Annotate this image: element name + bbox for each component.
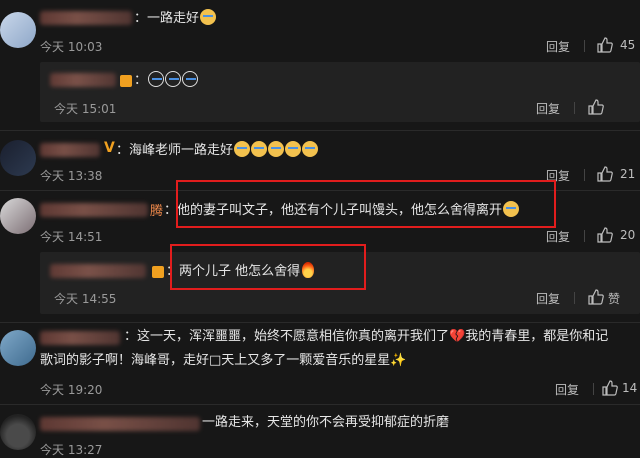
username-blurred[interactable]	[40, 203, 148, 217]
comment-text: 一路走来，天堂的你不会再受抑郁症的折磨	[202, 415, 450, 430]
thumbs-up-icon[interactable]	[602, 380, 618, 396]
avatar[interactable]	[0, 414, 36, 450]
divider	[584, 230, 585, 242]
crying-emoji-icon	[302, 141, 319, 157]
username-tail[interactable]: 腾	[150, 200, 163, 219]
avatar[interactable]	[0, 12, 36, 48]
crying-emoji-icon	[165, 71, 182, 87]
thumbs-up-icon[interactable]	[588, 289, 604, 305]
reply-button[interactable]: 回复	[536, 100, 560, 117]
crying-emoji-icon	[268, 141, 285, 157]
crying-emoji-icon	[200, 9, 217, 25]
reply-time: 今天 14:55	[54, 292, 117, 306]
divider	[0, 130, 640, 131]
username-blurred[interactable]	[40, 11, 132, 25]
reply-button[interactable]: 回复	[546, 228, 570, 245]
like-label[interactable]: 赞	[608, 290, 620, 307]
crying-emoji-icon	[182, 71, 199, 87]
username-blurred[interactable]	[50, 73, 116, 87]
avatar[interactable]	[0, 140, 36, 176]
rank-badge-icon	[152, 266, 164, 278]
divider	[0, 404, 640, 405]
username-blurred[interactable]	[40, 331, 120, 345]
verified-badge-icon: V	[104, 140, 115, 156]
highlight-box	[170, 244, 366, 290]
broken-heart-icon: 💔	[449, 329, 466, 344]
like-count: 20	[620, 228, 636, 242]
sparkle-icon: ✨	[390, 353, 407, 368]
crying-emoji-icon	[285, 141, 302, 157]
reply-time: 今天 15:01	[54, 102, 117, 116]
highlight-box	[176, 180, 556, 228]
comment-text: ：一路走好	[134, 9, 217, 28]
comment-text-line2: 歌词的影子啊！海峰哥，走好□天上又多了一颗爱音乐的星星✨	[40, 353, 407, 368]
divider	[574, 102, 575, 114]
reply-button[interactable]: 回复	[546, 38, 570, 55]
crying-emoji-icon	[148, 71, 165, 87]
like-count: 14	[622, 381, 638, 395]
username-blurred[interactable]	[50, 264, 146, 278]
username-blurred[interactable]	[40, 143, 100, 157]
like-count: 45	[620, 38, 636, 52]
reply-text: ：	[134, 71, 199, 90]
crying-emoji-icon	[234, 141, 251, 157]
rank-badge-icon	[120, 75, 132, 87]
like-count: 21	[620, 167, 636, 181]
thumbs-up-icon[interactable]	[597, 166, 613, 182]
comment-time: 今天 19:20	[40, 383, 103, 397]
username-blurred[interactable]	[40, 417, 200, 431]
divider	[574, 292, 575, 304]
avatar[interactable]	[0, 198, 36, 234]
comment-time: 今天 13:27	[40, 443, 103, 457]
reply-button[interactable]: 回复	[536, 290, 560, 307]
comment-text: ：海峰老师一路走好	[116, 141, 319, 160]
crying-emoji-icon	[251, 141, 268, 157]
thumbs-up-icon[interactable]	[588, 99, 604, 115]
comment-time: 今天 13:38	[40, 169, 103, 183]
divider	[593, 383, 594, 395]
comment-text-line1: ：这一天，浑浑噩噩，始终不愿意相信你真的离开我们了💔我的青春里，都是你和记	[124, 329, 609, 344]
comment-time: 今天 10:03	[40, 40, 103, 54]
thumbs-up-icon[interactable]	[597, 37, 613, 53]
divider	[584, 169, 585, 181]
thumbs-up-icon[interactable]	[597, 227, 613, 243]
reply-button[interactable]: 回复	[555, 381, 579, 398]
divider	[584, 40, 585, 52]
divider	[0, 322, 640, 323]
comment-time: 今天 14:51	[40, 230, 103, 244]
reply-block: ： 今天 15:01 回复	[40, 62, 640, 122]
avatar[interactable]	[0, 330, 36, 366]
